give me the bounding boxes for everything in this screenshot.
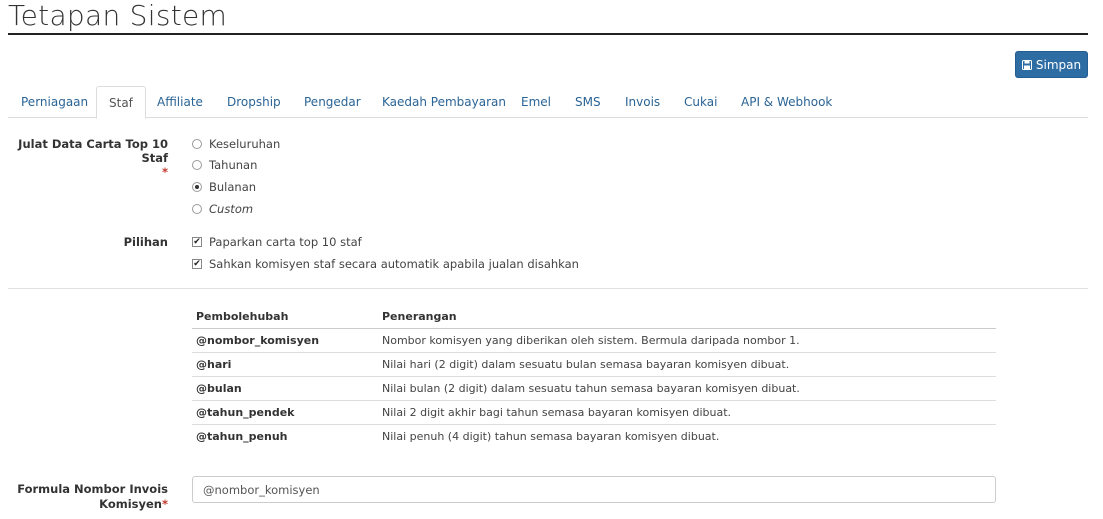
chart-range-label: Julat Data Carta Top 10 Staf * [18, 137, 168, 179]
section-divider [8, 288, 1088, 289]
variable-name: @tahun_penuh [196, 429, 288, 443]
variable-description: Nilai bulan (2 digit) dalam sesuatu tahu… [378, 376, 996, 401]
required-mark: * [161, 165, 168, 179]
tab-emel[interactable]: Emel [521, 86, 551, 118]
table-row: @tahun_penuh Nilai penuh (4 digit) tahun… [192, 424, 996, 448]
tab-cukai[interactable]: Cukai [684, 86, 717, 118]
column-header: Penerangan [378, 306, 996, 329]
checkbox-show-top10-chart[interactable]: ✔ Paparkan carta top 10 staf [192, 235, 362, 249]
radio-button[interactable] [192, 160, 202, 170]
tab-api-webhook[interactable]: API & Webhook [741, 86, 832, 118]
save-button[interactable]: Simpan [1015, 51, 1088, 78]
table-row: @bulan Nilai bulan (2 digit) dalam sesua… [192, 376, 996, 401]
settings-tabs: Perniagaan Staf Affiliate Dropship Penge… [8, 86, 1088, 119]
radio-button[interactable] [192, 139, 202, 149]
table-row: @hari Nilai hari (2 digit) dalam sesuatu… [192, 352, 996, 377]
radio-keseluruhan[interactable]: Keseluruhan [192, 137, 280, 151]
radio-button[interactable] [192, 204, 202, 214]
variable-description: Nombor komisyen yang diberikan oleh sist… [378, 328, 996, 353]
radio-tahunan[interactable]: Tahunan [192, 158, 257, 172]
variable-description: Nilai 2 digit akhir bagi tahun semasa ba… [378, 400, 996, 425]
radio-custom[interactable]: Custom [192, 202, 253, 216]
column-header: Pembolehubah [192, 306, 378, 329]
page-title: Tetapan Sistem [8, 0, 228, 32]
tab-sms[interactable]: SMS [575, 86, 601, 118]
table-row: @nombor_komisyen Nombor komisyen yang di… [192, 328, 996, 353]
tab-dropship[interactable]: Dropship [227, 86, 281, 118]
formula-label: Formula Nombor Invois Komisyen* [17, 482, 168, 511]
tab-kaedah-pembayaran[interactable]: Kaedah Pembayaran [382, 86, 506, 118]
formula-input[interactable] [192, 476, 996, 503]
tab-staf[interactable]: Staf [96, 86, 146, 119]
tab-affiliate[interactable]: Affiliate [157, 86, 203, 118]
variable-name: @nombor_komisyen [192, 328, 378, 353]
checkbox-checked[interactable]: ✔ [192, 237, 202, 247]
radio-button-selected[interactable] [192, 182, 202, 192]
checkbox-auto-approve-commission[interactable]: ✔ Sahkan komisyen staf secara automatik … [192, 257, 579, 271]
variable-name: @hari [192, 352, 378, 377]
options-label: Pilihan [123, 235, 168, 249]
variable-description: Nilai penuh (4 digit) tahun semasa bayar… [382, 429, 720, 443]
tab-pengedar[interactable]: Pengedar [304, 86, 361, 118]
variable-name: @bulan [192, 376, 378, 401]
radio-bulanan[interactable]: Bulanan [192, 180, 256, 194]
required-mark: * [161, 497, 168, 511]
floppy-disk-icon [1021, 59, 1032, 70]
title-divider [8, 33, 1088, 35]
checkbox-checked[interactable]: ✔ [192, 259, 202, 269]
tab-perniagaan[interactable]: Perniagaan [21, 86, 88, 118]
variable-description: Nilai hari (2 digit) dalam sesuatu bulan… [378, 352, 996, 377]
save-button-label: Simpan [1035, 57, 1082, 72]
table-row: @tahun_pendek Nilai 2 digit akhir bagi t… [192, 400, 996, 425]
variable-name: @tahun_pendek [192, 400, 378, 425]
variables-table: Pembolehubah Penerangan @nombor_komisyen… [192, 306, 996, 448]
tab-invois[interactable]: Invois [625, 86, 660, 118]
table-header-row: Pembolehubah Penerangan [192, 306, 996, 329]
